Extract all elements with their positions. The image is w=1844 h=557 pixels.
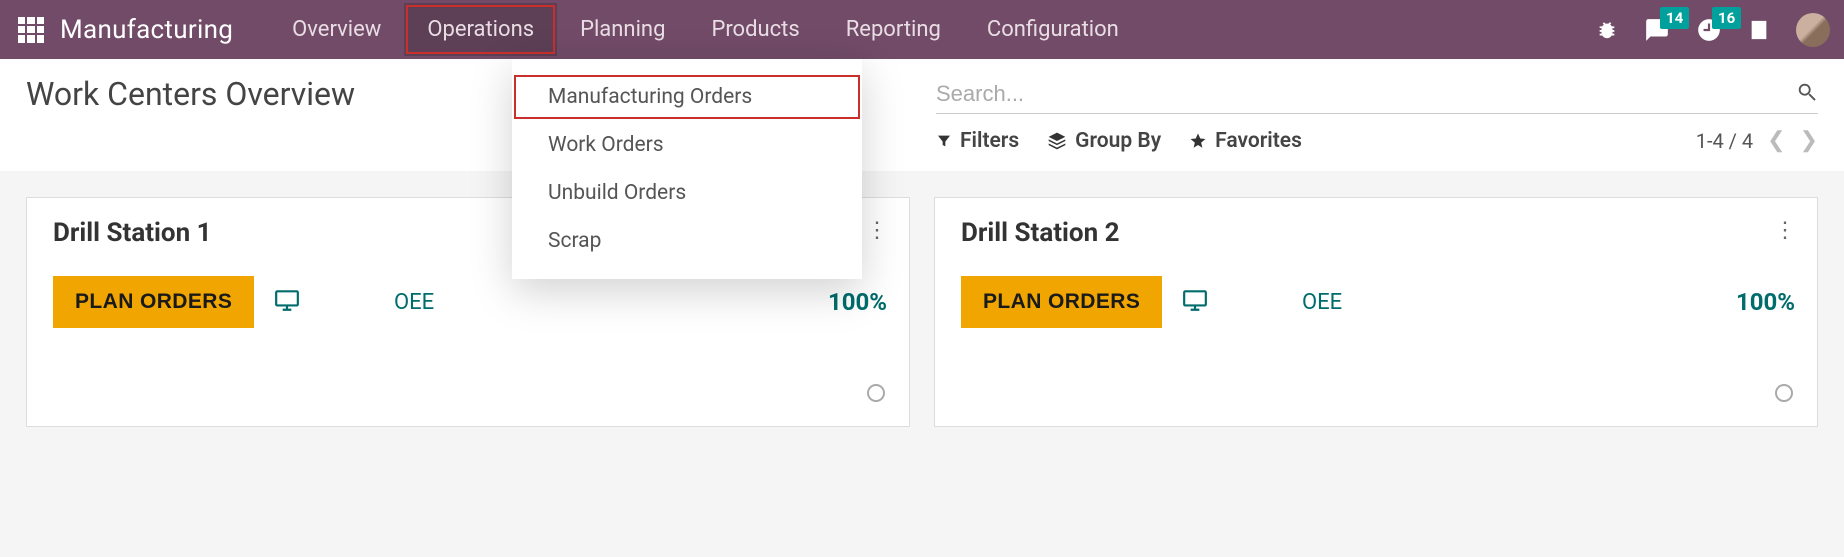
pager-range[interactable]: 1-4 / 4 [1696,129,1753,153]
top-nav: Manufacturing Overview Operations Planni… [0,0,1844,59]
filters-label: Filters [960,129,1019,153]
pager-next[interactable]: ❯ [1800,128,1818,153]
plan-orders-button[interactable]: PLAN ORDERS [961,276,1162,328]
activity-icon[interactable]: 16 [1696,17,1722,43]
favorites-label: Favorites [1215,129,1302,153]
nav-planning[interactable]: Planning [557,3,688,56]
pager: 1-4 / 4 ❮ ❯ [1696,128,1818,153]
oee-label[interactable]: OEE [394,290,434,315]
search-icon[interactable] [1796,81,1818,107]
search-input[interactable] [936,81,1796,107]
menu-work-orders[interactable]: Work Orders [512,121,862,169]
avatar-image [1796,13,1830,47]
controls-bar: Work Centers Overview Filters Group By F… [0,59,1844,171]
pager-prev[interactable]: ❮ [1767,128,1785,153]
main-menu: Overview Operations Planning Products Re… [269,3,1142,56]
user-avatar[interactable] [1796,13,1830,47]
workcenter-card: ⋮ Drill Station 2 PLAN ORDERS OEE 100% [934,197,1818,427]
menu-manufacturing-orders[interactable]: Manufacturing Orders [512,73,862,121]
nav-overview[interactable]: Overview [269,3,404,56]
group-by-label: Group By [1075,129,1161,153]
search-row [936,75,1818,114]
chat-icon[interactable]: 14 [1644,17,1670,43]
building-icon[interactable] [1748,17,1770,43]
menu-scrap[interactable]: Scrap [512,217,862,265]
star-icon [1189,132,1207,150]
nav-products[interactable]: Products [688,3,822,56]
plan-orders-button[interactable]: PLAN ORDERS [53,276,254,328]
debug-icon[interactable] [1596,19,1618,41]
nav-operations[interactable]: Operations [404,3,557,56]
nav-reporting[interactable]: Reporting [823,3,964,56]
monitor-icon[interactable] [274,287,300,317]
cards-container: ⋮ Drill Station 1 PLAN ORDERS OEE 100% ⋮… [0,171,1844,453]
favorites-button[interactable]: Favorites [1189,129,1302,153]
oee-value[interactable]: 100% [828,288,887,316]
chat-badge: 14 [1660,7,1689,29]
app-brand[interactable]: Manufacturing [60,15,233,45]
filters-row: Filters Group By Favorites 1-4 / 4 ❮ ❯ [936,128,1818,153]
activity-badge: 16 [1712,7,1741,29]
card-menu-icon[interactable]: ⋮ [866,218,889,243]
group-by-button[interactable]: Group By [1047,129,1161,153]
topbar-icons: 14 16 [1596,13,1830,47]
apps-grid-icon[interactable] [18,17,44,43]
operations-dropdown: Manufacturing Orders Work Orders Unbuild… [512,59,862,279]
status-indicator-icon[interactable] [1775,384,1793,402]
nav-configuration[interactable]: Configuration [964,3,1142,56]
monitor-icon[interactable] [1182,287,1208,317]
menu-unbuild-orders[interactable]: Unbuild Orders [512,169,862,217]
card-menu-icon[interactable]: ⋮ [1774,218,1797,243]
filters-button[interactable]: Filters [936,129,1019,153]
layers-icon [1047,131,1067,151]
oee-label[interactable]: OEE [1302,290,1342,315]
oee-value[interactable]: 100% [1736,288,1795,316]
card-title: Drill Station 2 [961,218,1795,248]
funnel-icon [936,133,952,149]
status-indicator-icon[interactable] [867,384,885,402]
